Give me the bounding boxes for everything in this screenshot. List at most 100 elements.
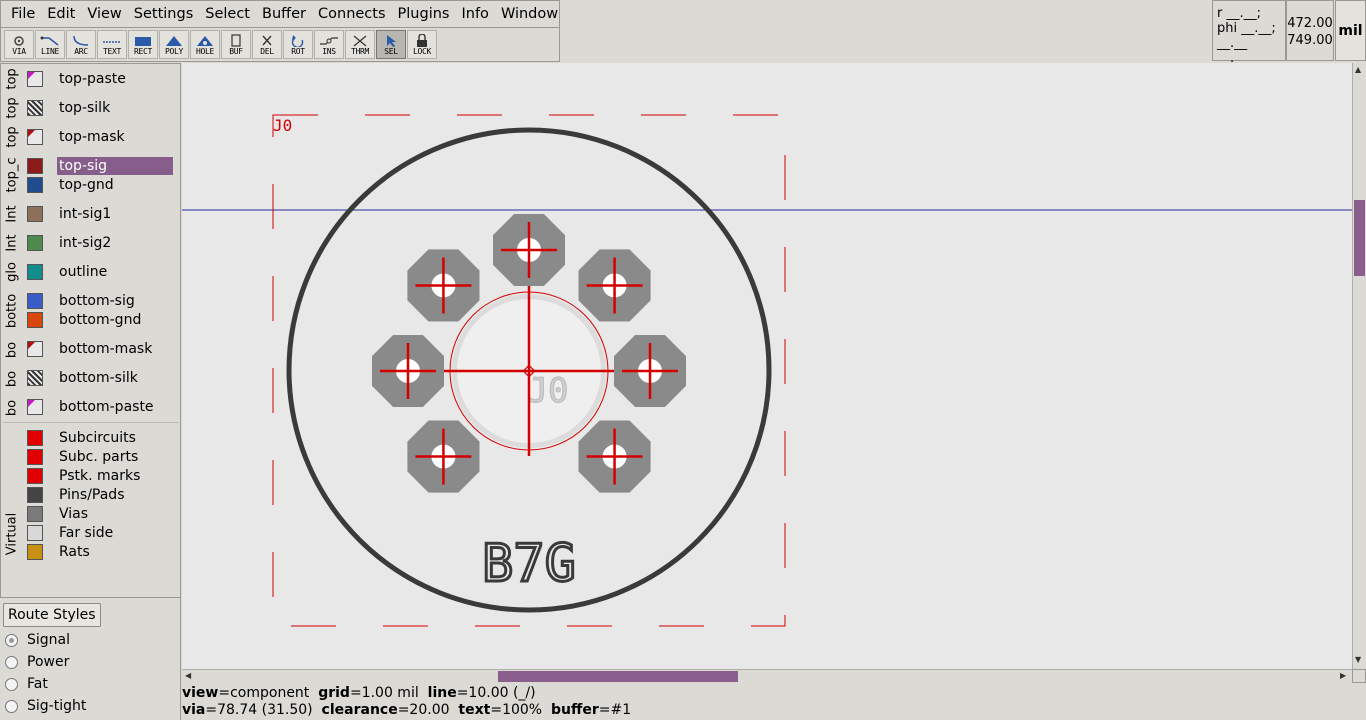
menu-info[interactable]: Info [455,1,494,27]
scroll-left-icon[interactable]: ◀ [185,671,191,680]
radio-button[interactable] [5,633,18,647]
layer-swatch[interactable] [27,399,43,415]
layer-swatch[interactable] [27,264,43,280]
route-style-signal[interactable]: Signal [5,630,70,650]
virtual-layer-vias[interactable]: Vias [27,505,173,523]
menu-plugins[interactable]: Plugins [392,1,456,27]
virtual-layer-subcircuits[interactable]: Subcircuits [27,429,173,447]
scroll-up-icon[interactable]: ▲ [1355,65,1361,74]
tool-delete-button[interactable]: DEL [252,30,282,59]
layer-bottom-silk[interactable]: bottom-silk [27,369,173,387]
pin-4[interactable] [578,420,651,493]
layer-bottom-sig[interactable]: bottom-sig [27,292,173,310]
layer-group-tab[interactable]: bo [3,396,21,420]
pin-6[interactable] [372,335,444,407]
virtual-layer-pins-pads[interactable]: Pins/Pads [27,486,173,504]
layer-group-tab[interactable]: Virtual [3,504,21,564]
tool-hole-button[interactable]: HOLE [190,30,220,59]
layer-swatch[interactable] [27,525,43,541]
radio-button[interactable] [5,699,18,713]
scroll-right-icon[interactable]: ▶ [1340,671,1346,680]
menu-edit[interactable]: Edit [41,1,81,27]
tool-arc-button[interactable]: ARC [66,30,96,59]
layer-label[interactable]: bottom-paste [57,398,173,416]
layer-swatch[interactable] [27,468,43,484]
layer-swatch[interactable] [27,206,43,222]
layer-label[interactable]: bottom-gnd [57,311,173,329]
tool-poly-button[interactable]: POLY [159,30,189,59]
menu-connects[interactable]: Connects [312,1,392,27]
route-style-fat[interactable]: Fat [5,674,48,694]
layer-group-tab[interactable]: bo [3,367,21,391]
layer-label[interactable]: outline [57,263,173,281]
layer-label[interactable]: int-sig2 [57,234,173,252]
layer-group-tab[interactable]: Int [3,231,21,255]
layer-label[interactable]: Far side [57,524,173,542]
menu-select[interactable]: Select [199,1,256,27]
layer-swatch[interactable] [27,370,43,386]
layer-int-sig1[interactable]: int-sig1 [27,205,173,223]
layer-group-tab[interactable]: bo [3,338,21,362]
horizontal-scroll-thumb[interactable] [498,671,738,682]
layer-label[interactable]: top-paste [57,70,173,88]
radio-button[interactable] [5,677,18,691]
route-style-power[interactable]: Power [5,652,69,672]
layer-label[interactable]: int-sig1 [57,205,173,223]
layer-swatch[interactable] [27,312,43,328]
layer-swatch[interactable] [27,100,43,116]
scroll-down-icon[interactable]: ▼ [1355,655,1361,664]
pin-7[interactable] [407,249,480,322]
layer-bottom-mask[interactable]: bottom-mask [27,340,173,358]
layer-bottom-gnd[interactable]: bottom-gnd [27,311,173,329]
layer-swatch[interactable] [27,544,43,560]
tool-select-button[interactable]: SEL [376,30,406,59]
layer-label[interactable]: bottom-silk [57,369,173,387]
layer-swatch[interactable] [27,487,43,503]
layer-label[interactable]: top-gnd [57,176,173,194]
pcb-drawing[interactable]: J0 J0 B7G [182,63,1352,669]
pin-1[interactable] [493,214,565,286]
unit-toggle-button[interactable]: mil [1335,0,1366,61]
layer-top-sig[interactable]: top-sig [27,157,173,175]
pin-3[interactable] [614,335,686,407]
tool-lock-button[interactable]: LOCK [407,30,437,59]
layer-top-gnd[interactable]: top-gnd [27,176,173,194]
layer-swatch[interactable] [27,341,43,357]
tool-buffer-button[interactable]: BUF [221,30,251,59]
tool-via-button[interactable]: VIA [4,30,34,59]
layer-label[interactable]: bottom-sig [57,292,173,310]
layer-label[interactable]: Subc. parts [57,448,173,466]
tool-text-button[interactable]: TEXT [97,30,127,59]
route-styles-button[interactable]: Route Styles [3,603,101,627]
layer-outline[interactable]: outline [27,263,173,281]
menu-window[interactable]: Window [495,1,564,27]
layer-label[interactable]: top-mask [57,128,173,146]
horizontal-scrollbar[interactable]: ◀ ▶ [182,669,1352,683]
virtual-layer-far-side[interactable]: Far side [27,524,173,542]
layer-label[interactable]: Rats [57,543,173,561]
layer-group-tab[interactable]: glo [3,260,21,284]
layer-group-tab[interactable]: top [3,96,21,120]
tool-thermal-button[interactable]: THRM [345,30,375,59]
menu-buffer[interactable]: Buffer [256,1,312,27]
pin-2[interactable] [578,249,651,322]
layer-int-sig2[interactable]: int-sig2 [27,234,173,252]
layer-group-tab[interactable]: Int [3,202,21,226]
tool-line-button[interactable]: LINE [35,30,65,59]
menu-file[interactable]: File [5,1,41,27]
layer-label[interactable]: Pstk. marks [57,467,173,485]
layer-swatch[interactable] [27,449,43,465]
tool-rotate-button[interactable]: ROT [283,30,313,59]
virtual-layer-subc-parts[interactable]: Subc. parts [27,448,173,466]
layer-swatch[interactable] [27,506,43,522]
layer-group-tab[interactable]: botto [3,290,21,332]
layer-swatch[interactable] [27,293,43,309]
layer-top-mask[interactable]: top-mask [27,128,173,146]
layer-swatch[interactable] [27,177,43,193]
pin-5[interactable] [407,420,480,493]
layer-top-paste[interactable]: top-paste [27,70,173,88]
layer-bottom-paste[interactable]: bottom-paste [27,398,173,416]
virtual-layer-pstk-marks[interactable]: Pstk. marks [27,467,173,485]
layer-swatch[interactable] [27,235,43,251]
layer-swatch[interactable] [27,158,43,174]
